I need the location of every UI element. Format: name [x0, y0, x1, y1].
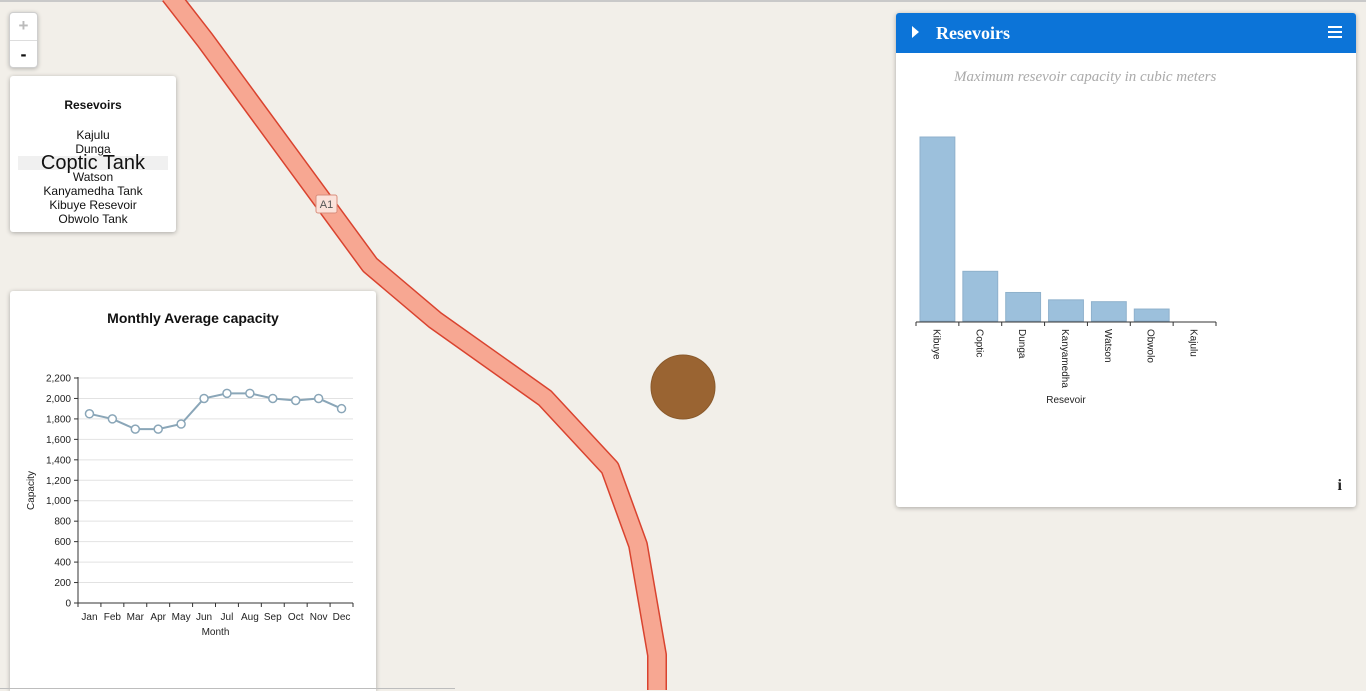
x-tick-label: Oct	[288, 612, 304, 623]
y-axis-title: Capacity	[26, 471, 37, 510]
reservoir-list-item[interactable]: Kajulu	[18, 128, 168, 142]
bar-chart: Kibuye Coptic Dunga Kanyamedha Watson Obwolo K…	[915, 136, 1217, 406]
data-point[interactable]	[130, 424, 141, 434]
x-tick-label: Jan	[81, 612, 97, 623]
data-point[interactable]	[153, 424, 163, 434]
reservoir-list-item[interactable]: Kibuye Resevoir	[18, 198, 168, 212]
y-tick-label: 1,200	[46, 476, 71, 487]
data-point[interactable]	[107, 414, 118, 424]
data-point[interactable]	[176, 419, 186, 429]
x-tick-label: Aug	[241, 612, 259, 623]
x-tick-label: Apr	[150, 612, 166, 623]
data-point[interactable]	[268, 393, 278, 404]
y-tick-label: 600	[54, 537, 71, 548]
x-tick-label: Feb	[104, 612, 122, 623]
bar[interactable]	[1048, 299, 1084, 322]
x-tick-label: Obwolo	[1145, 329, 1156, 363]
data-point[interactable]	[199, 393, 209, 404]
x-axis-title: Resevoir	[1046, 395, 1086, 406]
y-tick-label: 0	[65, 599, 71, 610]
bar[interactable]	[1133, 308, 1170, 322]
menu-icon[interactable]	[1328, 26, 1342, 41]
y-tick-label: 200	[54, 578, 71, 589]
bar[interactable]	[1090, 301, 1127, 322]
data-point[interactable]	[313, 393, 324, 404]
reservoir-list-item[interactable]: Coptic Tank	[18, 153, 168, 173]
bar[interactable]	[919, 136, 956, 322]
x-tick-label: Kibuye	[930, 329, 941, 360]
x-tick-label: Dunga	[1016, 329, 1027, 359]
collapse-caret-icon[interactable]	[912, 26, 919, 38]
info-icon[interactable]: i	[1338, 477, 1342, 495]
zoom-out-button[interactable]: -	[10, 41, 37, 68]
x-tick-label: Mar	[127, 612, 145, 623]
reservoir-marker[interactable]	[650, 354, 716, 420]
data-point[interactable]	[84, 409, 95, 419]
x-tick-label: Kajulu	[1188, 329, 1199, 357]
road-shield-label: A1	[320, 199, 333, 211]
panel-header: Resevoirs	[896, 13, 1356, 53]
y-tick-label: 2,000	[46, 394, 71, 405]
y-tick-label: 400	[54, 558, 71, 569]
x-tick-label: Jul	[221, 612, 234, 623]
zoom-in-button[interactable]: +	[10, 13, 37, 41]
x-tick-label: Kanyamedha	[1059, 329, 1070, 388]
line-chart: 0 200 400 600 800 1,000 1,200 1,400 1,600 1,800 2,…	[26, 374, 354, 638]
window-bottom-border	[0, 688, 455, 689]
reservoir-list-panel: Resevoirs Kajulu Dunga Coptic Tank Watson Ka…	[10, 76, 176, 232]
panel-title: Resevoirs	[936, 23, 1010, 43]
x-tick-label: Coptic	[973, 329, 984, 357]
bar[interactable]	[962, 270, 999, 322]
reservoir-list-title: Resevoirs	[64, 98, 122, 112]
road-shield: A1	[315, 194, 338, 214]
x-tick-label: May	[172, 612, 191, 623]
x-axis-title: Month	[202, 627, 230, 638]
x-tick-label: Nov	[310, 612, 328, 623]
reservoir-list-item[interactable]: Kanyamedha Tank	[18, 184, 168, 198]
x-tick-label: Sep	[264, 612, 282, 623]
y-tick-label: 2,200	[46, 374, 71, 385]
data-point[interactable]	[245, 388, 255, 399]
y-tick-label: 1,400	[46, 455, 71, 466]
reservoir-capacity-panel: Resevoirs Maximum resevoir capacity in c…	[896, 13, 1356, 507]
data-point[interactable]	[222, 388, 232, 399]
x-tick-label: Watson	[1102, 329, 1113, 363]
reservoir-list-item[interactable]: Obwolo Tank	[18, 212, 168, 226]
x-tick-label: Dec	[333, 612, 351, 623]
x-tick-label: Jun	[196, 612, 212, 623]
data-point[interactable]	[336, 403, 347, 414]
y-tick-label: 1,600	[46, 435, 71, 446]
y-tick-label: 1,800	[46, 414, 71, 425]
bar[interactable]	[1005, 291, 1042, 322]
zoom-control: + -	[9, 12, 38, 68]
y-tick-label: 800	[54, 517, 71, 528]
reservoir-list: Kajulu Dunga Coptic Tank Watson Kanyamedha T…	[18, 128, 168, 226]
y-tick-label: 1,000	[46, 496, 71, 507]
data-point[interactable]	[290, 395, 301, 406]
monthly-capacity-panel: Monthly Average capacity 0 200 400 600 800 1,…	[10, 291, 376, 691]
